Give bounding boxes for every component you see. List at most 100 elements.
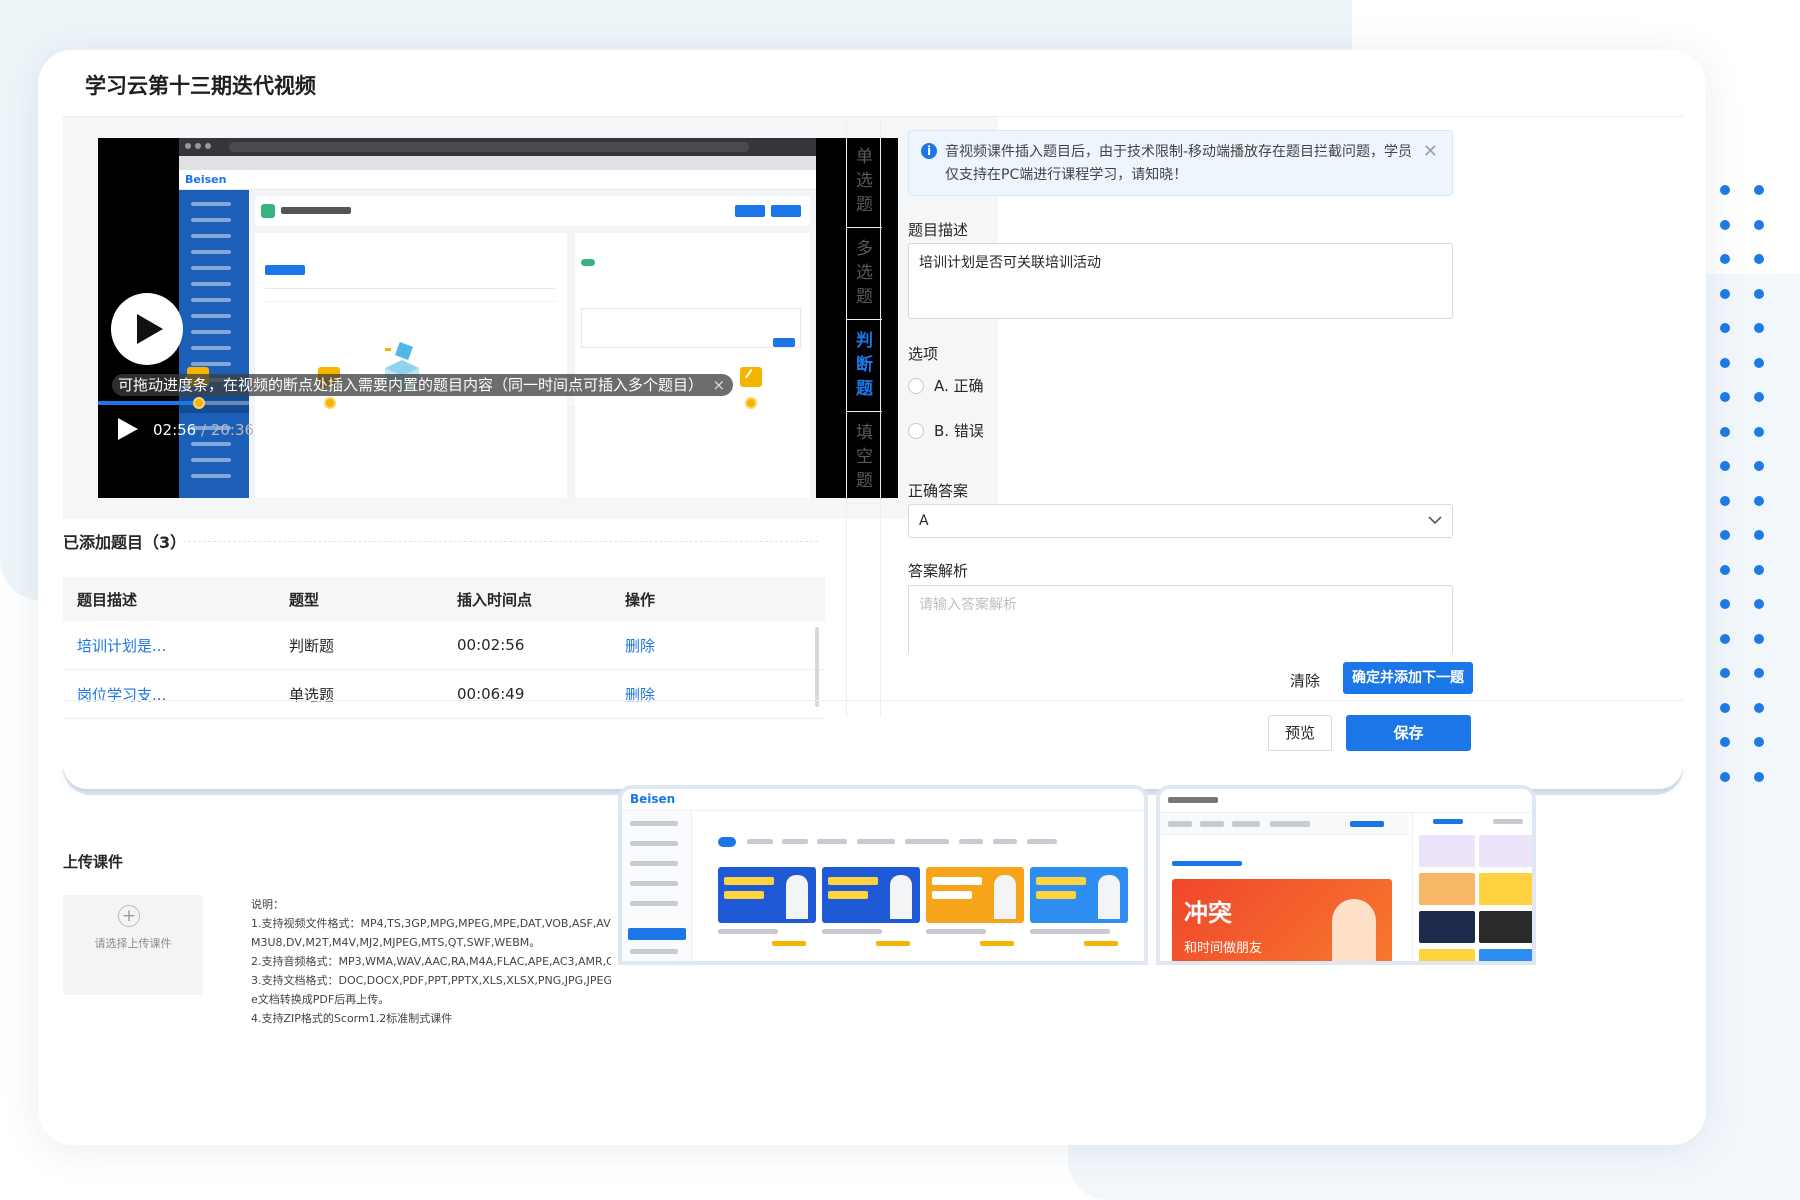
column-header-type: 题型 bbox=[289, 590, 320, 609]
decorative-dot bbox=[1754, 219, 1764, 230]
course-catalog-screenshot: Beisen bbox=[618, 785, 1148, 965]
option-a-radio[interactable]: A. 正确 bbox=[908, 375, 984, 396]
tab-true-false[interactable]: 判断题 bbox=[847, 329, 882, 401]
filter-chip bbox=[905, 839, 949, 844]
tab-divider bbox=[847, 411, 882, 412]
question-time: 00:02:56 bbox=[457, 636, 525, 654]
delete-button[interactable]: 删除 bbox=[625, 684, 825, 705]
template-thumbnail bbox=[1419, 949, 1475, 961]
template-thumbnail bbox=[1419, 911, 1475, 943]
analysis-field[interactable]: 请输入答案解析 bbox=[908, 585, 1453, 653]
close-icon[interactable]: × bbox=[712, 374, 725, 396]
filter-pill bbox=[718, 837, 736, 847]
decorative-dot bbox=[1720, 530, 1730, 540]
table-row: 培训计划是... 判断题 00:02:56 删除 bbox=[63, 621, 825, 670]
description-field[interactable]: 培训计划是否可关联培训活动 bbox=[908, 243, 1453, 319]
template-thumbnail bbox=[1479, 911, 1532, 943]
delete-button[interactable]: 删除 bbox=[625, 635, 825, 656]
page-title: 学习云第十三期迭代视频 bbox=[85, 74, 316, 98]
course-rating bbox=[876, 941, 910, 946]
answer-label: 正确答案 bbox=[908, 482, 969, 500]
play-overlay-button[interactable] bbox=[111, 293, 183, 365]
course-card bbox=[926, 867, 1024, 923]
tab-single-choice[interactable]: 单选题 bbox=[847, 145, 882, 217]
table-row: 岗位学习支... 单选题 00:06:49 删除 bbox=[63, 670, 825, 719]
decorative-dot bbox=[1754, 599, 1764, 609]
course-card bbox=[718, 867, 816, 923]
table-header: 题目描述 题型 插入时间点 操作 bbox=[63, 577, 825, 621]
tab-divider bbox=[847, 503, 882, 504]
tab-multiple-choice[interactable]: 多选题 bbox=[847, 237, 882, 309]
radio-circle[interactable] bbox=[908, 422, 924, 439]
video-frame-side-panel bbox=[575, 233, 810, 498]
video-frame-content bbox=[255, 233, 567, 498]
decorative-dot bbox=[1720, 392, 1730, 402]
decorative-dot bbox=[1720, 461, 1730, 471]
video-frame-sidebar bbox=[179, 190, 249, 498]
upload-label: 请选择上传课件 bbox=[94, 937, 172, 950]
course-card bbox=[1030, 867, 1128, 923]
play-icon[interactable] bbox=[118, 418, 138, 440]
question-type: 判断题 bbox=[289, 636, 335, 655]
save-button[interactable]: 保存 bbox=[1346, 715, 1471, 751]
question-description-link[interactable]: 培训计划是... bbox=[63, 635, 289, 656]
course-caption bbox=[926, 929, 986, 934]
instruction-line: 1.支持视频文件格式：MP4,TS,3GP,MPG,MPEG,MPE,DAT,V… bbox=[251, 917, 611, 930]
current-time: 02:56 bbox=[153, 421, 197, 439]
decorative-dot bbox=[1754, 185, 1764, 195]
decorative-dot bbox=[1720, 288, 1730, 299]
notice-text: 音视频课件插入题目后，由于技术限制-移动端播放存在题目拦截问题，学员仅支持在PC… bbox=[945, 144, 1413, 183]
course-video-editor-card: 学习云第十三期迭代视频 Beisen 可拖动进度条，在视频的断点处插入需要内置的… bbox=[38, 50, 1706, 1145]
progress-point-1[interactable] bbox=[193, 397, 205, 409]
decorative-dot bbox=[1754, 702, 1764, 713]
radio-circle[interactable] bbox=[908, 377, 924, 394]
cover-subtitle: 和时间做朋友 bbox=[1184, 941, 1263, 956]
progress-point-3[interactable] bbox=[745, 397, 757, 409]
column-header-action: 操作 bbox=[625, 590, 656, 609]
upload-dropzone[interactable]: + 请选择上传课件 bbox=[63, 895, 203, 995]
volume-icon[interactable] bbox=[761, 417, 789, 441]
notice-banner: i 音视频课件插入题目后，由于技术限制-移动端播放存在题目拦截问题，学员仅支持在… bbox=[908, 130, 1453, 196]
template-thumbnail bbox=[1479, 835, 1532, 867]
info-icon: i bbox=[921, 143, 937, 159]
decorative-dot bbox=[1720, 185, 1730, 195]
play-icon bbox=[137, 314, 163, 344]
close-icon[interactable]: ✕ bbox=[1423, 141, 1438, 162]
question-description-link[interactable]: 岗位学习支... bbox=[63, 684, 289, 705]
instruction-line: 3.支持文档格式：DOC,DOCX,PDF,PPT,PPTX,XLS,XLSX,… bbox=[251, 974, 611, 987]
filter-chip bbox=[817, 839, 847, 844]
question-type: 单选题 bbox=[289, 685, 335, 704]
person-illustration bbox=[1332, 899, 1376, 961]
option-b-radio[interactable]: B. 错误 bbox=[908, 420, 984, 441]
table-scrollbar[interactable] bbox=[815, 627, 819, 707]
clear-button[interactable]: 清除 bbox=[1290, 670, 1320, 691]
option-label: B. 错误 bbox=[934, 422, 984, 440]
time-separator: / bbox=[196, 421, 211, 439]
decorative-dot bbox=[1754, 323, 1764, 333]
confirm-add-next-button[interactable]: 确定并添加下一题 bbox=[1343, 662, 1473, 694]
course-rating bbox=[980, 941, 1014, 946]
filter-chip bbox=[1027, 839, 1057, 844]
instruction-line: e文档转换成PDF后再上传。 bbox=[251, 993, 390, 1006]
decorative-dot bbox=[1754, 771, 1764, 782]
course-caption bbox=[718, 929, 778, 934]
tab-fill-blank[interactable]: 填空题 bbox=[847, 421, 882, 493]
video-frame-bookmarks-bar bbox=[179, 156, 816, 170]
video-player[interactable]: Beisen 可拖动进度条，在视频的断点处插入需要内置的题目内容（同一时间点可插… bbox=[98, 138, 898, 498]
decorative-dot bbox=[1720, 633, 1730, 644]
answer-value: A bbox=[919, 513, 929, 529]
progress-point-2[interactable] bbox=[324, 397, 336, 409]
upload-title: 上传课件 bbox=[63, 853, 124, 871]
answer-select[interactable]: A bbox=[908, 504, 1453, 538]
added-questions-title: 已添加题目（3） bbox=[63, 533, 187, 552]
chevron-down-icon bbox=[1428, 516, 1442, 525]
preview-button[interactable]: 预览 bbox=[1268, 715, 1332, 751]
beisen-logo: Beisen bbox=[630, 792, 676, 806]
filter-chip bbox=[857, 839, 895, 844]
filter-chip bbox=[993, 839, 1017, 844]
decorative-dot bbox=[1754, 668, 1764, 678]
insert-question-marker[interactable] bbox=[740, 367, 762, 387]
decorative-dot bbox=[1754, 737, 1764, 747]
decorative-dot bbox=[1720, 564, 1730, 575]
decorative-dot bbox=[1720, 737, 1730, 747]
